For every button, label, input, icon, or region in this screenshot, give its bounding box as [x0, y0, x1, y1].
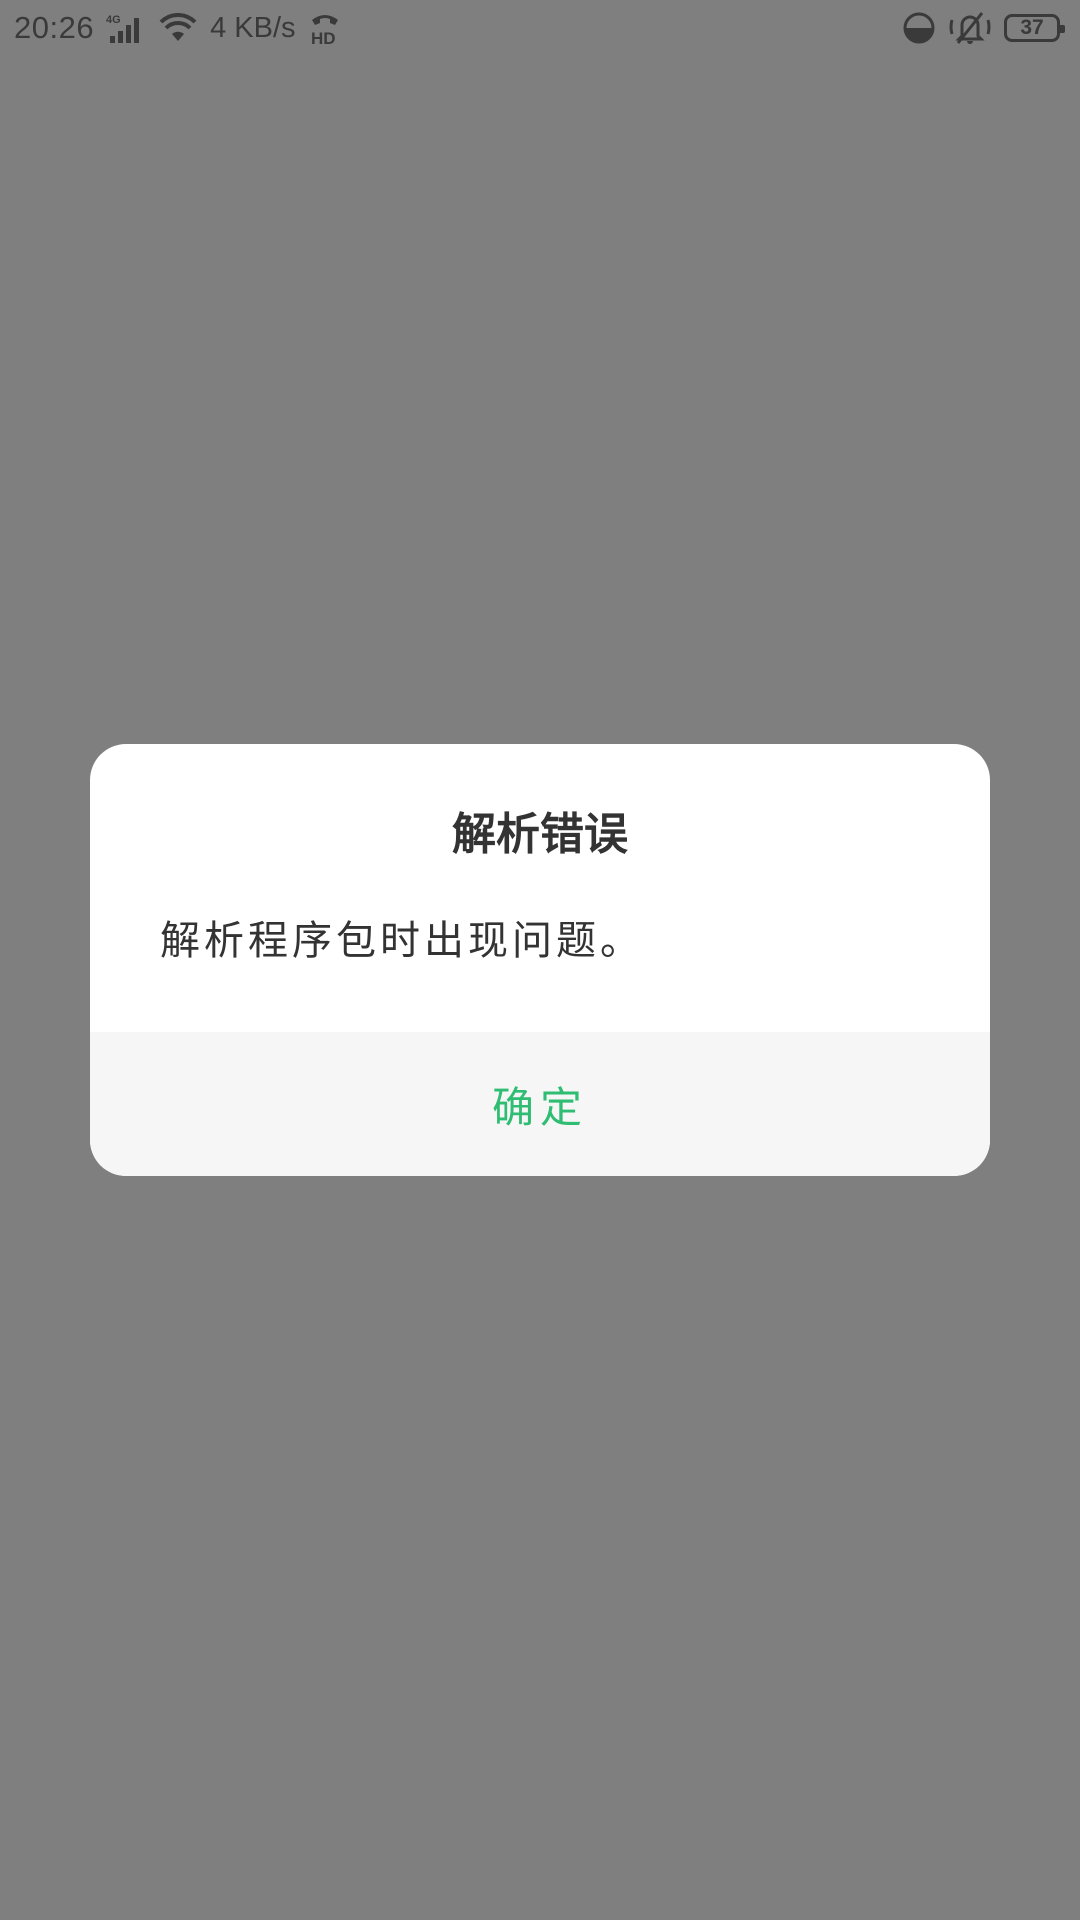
battery-icon: 37 [1004, 14, 1065, 42]
silent-icon [948, 10, 992, 46]
dialog-footer: 确定 [90, 1032, 990, 1176]
net-speed: 4 KB/s [210, 11, 296, 44]
dialog-message: 解析程序包时出现问题。 [160, 918, 644, 964]
status-right: 37 [902, 10, 1066, 46]
hd-label: HD [311, 29, 336, 46]
battery-level: 37 [1020, 16, 1044, 39]
theme-icon [902, 11, 936, 45]
signal-icon: 4G [106, 12, 146, 44]
status-bar: 20:26 4G 4 KB/s HD 37 [0, 0, 1080, 56]
status-left: 20:26 4G 4 KB/s HD [14, 10, 342, 46]
wifi-icon [158, 13, 198, 43]
status-time: 20:26 [14, 10, 95, 45]
hd-call-icon: HD [308, 10, 342, 46]
parse-error-dialog: 解析错误 解析程序包时出现问题。 确定 [90, 744, 990, 1176]
confirm-button[interactable]: 确定 [432, 1054, 648, 1155]
dialog-title: 解析错误 [452, 809, 628, 860]
network-type-label: 4G [106, 14, 121, 26]
